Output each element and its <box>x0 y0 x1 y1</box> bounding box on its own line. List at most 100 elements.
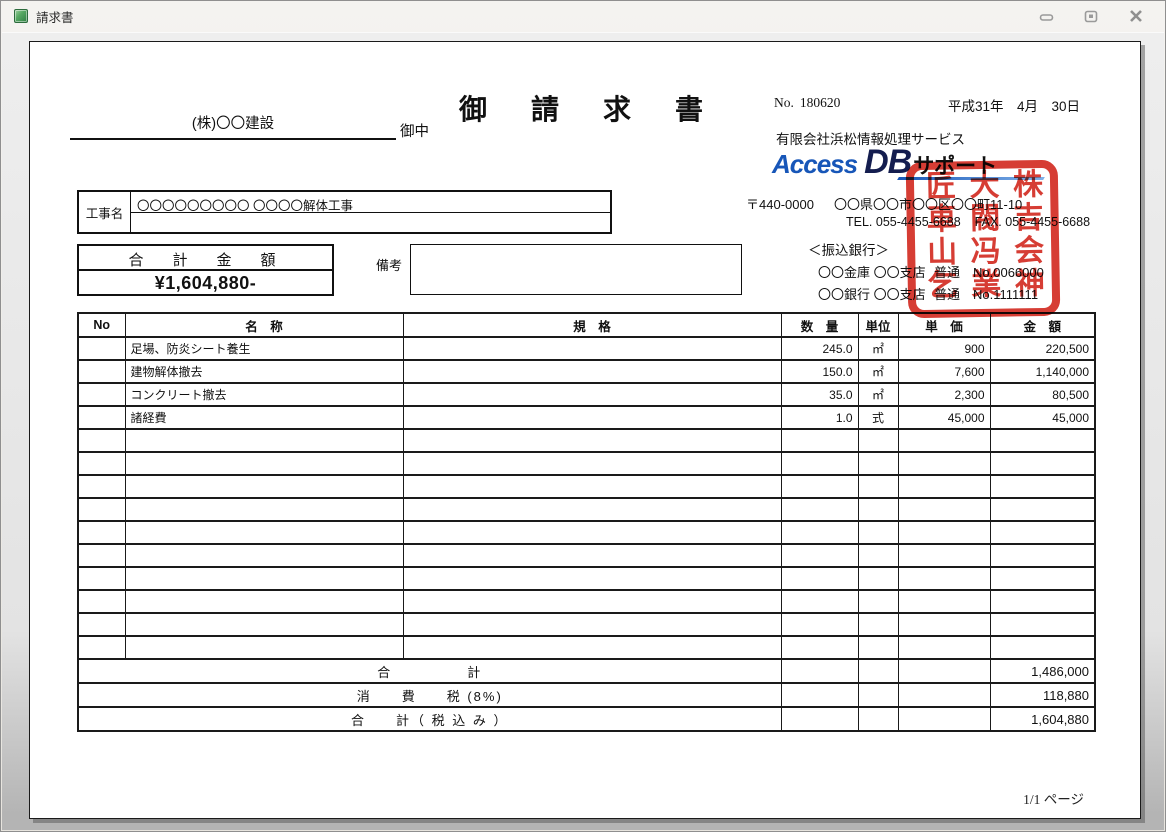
empty-cell <box>858 521 898 544</box>
empty-cell <box>403 521 781 544</box>
empty-cell <box>78 613 125 636</box>
item-row: 建物解体撤去 150.0 ㎡ 7,600 1,140,000 <box>78 360 1095 383</box>
cell-price: 45,000 <box>898 406 990 429</box>
empty-cell <box>858 429 898 452</box>
cell-spec <box>403 383 781 406</box>
empty-cell <box>78 475 125 498</box>
empty-cell <box>781 498 858 521</box>
empty-cell <box>125 544 403 567</box>
empty-cell <box>403 544 781 567</box>
empty-cell <box>125 475 403 498</box>
grand-total-box: 合 計 金 額 ¥1,604,880- <box>77 244 334 296</box>
bank-account: 普通 No.1111111 <box>934 284 1038 303</box>
empty-cell <box>990 590 1095 613</box>
tax-label: 消 費 税 (8%) <box>78 683 781 707</box>
invoice-number-line: No.180620 <box>774 95 840 111</box>
report-icon <box>14 9 28 23</box>
empty-cell <box>898 636 990 659</box>
item-row: コンクリート撤去 35.0 ㎡ 2,300 80,500 <box>78 383 1095 406</box>
cell-qty: 35.0 <box>781 383 858 406</box>
issuer-address: 〇〇県〇〇市〇〇区〇〇町11-10 <box>834 194 1022 213</box>
empty-cell <box>403 613 781 636</box>
empty-cell <box>990 567 1095 590</box>
header-qty: 数 量 <box>781 313 858 337</box>
close-icon[interactable] <box>1127 9 1145 23</box>
invoice-page: (株)〇〇建設 御中 御 請 求 書 No.180620 平成31年 4月 30… <box>29 41 1141 819</box>
cell-name: 諸経費 <box>125 406 403 429</box>
cell-amount: 1,140,000 <box>990 360 1095 383</box>
empty-cell <box>78 521 125 544</box>
customer-name: (株)〇〇建設 <box>70 112 396 140</box>
tax-amount: 118,880 <box>990 683 1095 707</box>
cell-spec <box>403 360 781 383</box>
invoice-number-label: No. <box>774 95 794 110</box>
empty-cell <box>990 636 1095 659</box>
table-empty-row <box>78 590 1095 613</box>
subtotal-label: 合 計 <box>78 659 781 683</box>
empty-cell <box>898 613 990 636</box>
table-empty-row <box>78 544 1095 567</box>
empty-cell <box>990 521 1095 544</box>
empty-cell <box>403 498 781 521</box>
empty-cell <box>781 707 858 731</box>
cell-price: 2,300 <box>898 383 990 406</box>
window-controls <box>1037 9 1145 23</box>
grand-total-row-label: 合 計（ 税 込 み ） <box>78 707 781 731</box>
empty-cell <box>781 567 858 590</box>
empty-cell <box>403 475 781 498</box>
cell-name: 建物解体撤去 <box>125 360 403 383</box>
cell-unit: 式 <box>858 406 898 429</box>
empty-cell <box>125 613 403 636</box>
grand-total-amount: ¥1,604,880- <box>79 271 332 294</box>
empty-cell <box>898 567 990 590</box>
header-amount: 金 額 <box>990 313 1095 337</box>
empty-cell <box>858 567 898 590</box>
report-view-area: (株)〇〇建設 御中 御 請 求 書 No.180620 平成31年 4月 30… <box>2 32 1164 830</box>
header-name: 名 称 <box>125 313 403 337</box>
empty-cell <box>78 452 125 475</box>
page-indicator: 1/1 ページ <box>1023 788 1084 808</box>
bank-name: 〇〇銀行 〇〇支店 <box>818 284 926 303</box>
issuer-postal-code: 〒440-0000 <box>746 194 814 213</box>
empty-cell <box>125 498 403 521</box>
cell-qty: 1.0 <box>781 406 858 429</box>
empty-cell <box>125 521 403 544</box>
tax-row: 消 費 税 (8%) 118,880 <box>78 683 1095 707</box>
cell-amount: 80,500 <box>990 383 1095 406</box>
project-name-label: 工事名 <box>79 192 131 232</box>
empty-cell <box>898 707 990 731</box>
project-name-line2 <box>131 213 610 232</box>
header-spec: 規 格 <box>403 313 781 337</box>
empty-cell <box>858 683 898 707</box>
cell-unit: ㎡ <box>858 383 898 406</box>
empty-cell <box>858 590 898 613</box>
empty-cell <box>78 429 125 452</box>
bank-name: 〇〇金庫 〇〇支店 <box>818 262 926 281</box>
minimize-icon[interactable] <box>1037 9 1055 23</box>
empty-cell <box>78 498 125 521</box>
cell-spec <box>403 406 781 429</box>
restore-icon[interactable] <box>1082 9 1100 23</box>
logo-support-text: サポート <box>913 150 997 180</box>
table-empty-row <box>78 636 1095 659</box>
cell-name: コンクリート撤去 <box>125 383 403 406</box>
table-empty-row <box>78 429 1095 452</box>
empty-cell <box>858 613 898 636</box>
table-empty-row <box>78 521 1095 544</box>
cell-spec <box>403 337 781 360</box>
grand-total-row: 合 計（ 税 込 み ） 1,604,880 <box>78 707 1095 731</box>
empty-cell <box>898 544 990 567</box>
cell-name: 足場、防炎シート養生 <box>125 337 403 360</box>
project-name-content: 〇〇〇〇〇〇〇〇〇 〇〇〇〇解体工事 <box>131 192 610 232</box>
empty-cell <box>78 636 125 659</box>
empty-cell <box>858 475 898 498</box>
empty-cell <box>898 452 990 475</box>
window-titlebar[interactable]: 請求書 <box>1 1 1165 31</box>
customer-honorific: 御中 <box>400 120 429 141</box>
empty-cell <box>990 613 1095 636</box>
window-title: 請求書 <box>36 7 74 26</box>
line-items-table: No 名 称 規 格 数 量 単位 単 価 金 額 足場、防炎シート養生 2 <box>77 312 1096 732</box>
empty-cell <box>125 429 403 452</box>
cell-no <box>78 337 125 360</box>
empty-cell <box>990 498 1095 521</box>
